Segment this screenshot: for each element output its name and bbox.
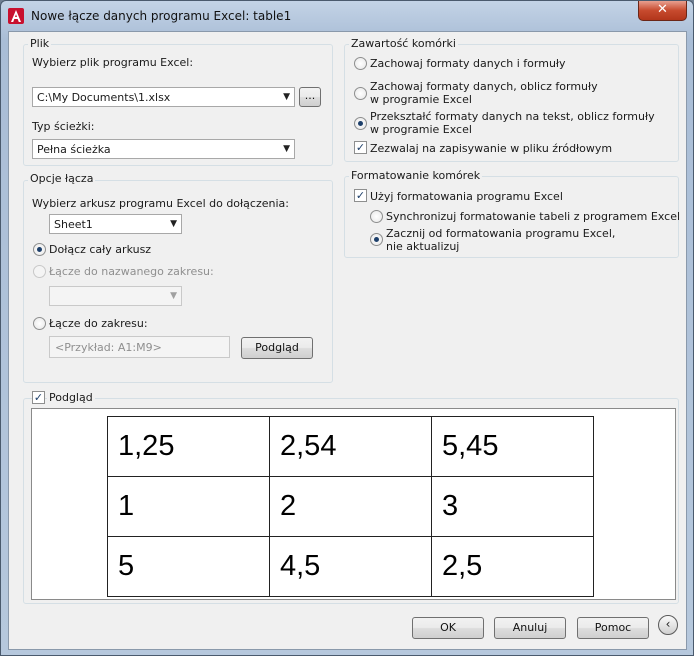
preview-cell: 5,45	[431, 416, 594, 477]
sync-formatting-label[interactable]: Synchronizuj formatowanie tabeli z progr…	[386, 210, 680, 223]
file-path-value: C:\My Documents\1.xlsx	[37, 91, 171, 104]
cell-contents-group-label: Zawartość komórki	[349, 37, 458, 50]
browse-button[interactable]: ...	[299, 87, 321, 107]
choose-sheet-label: Wybierz arkusz programu Excel do dołącze…	[32, 197, 289, 210]
keep-eval-label-line1[interactable]: Zachowaj formaty danych, oblicz formuły	[370, 80, 598, 93]
convert-text-radio[interactable]	[354, 117, 367, 130]
preview-area: 1,25 2,54 5,45 1 2 3 5 4,5 2,5	[31, 408, 676, 600]
allow-writeback-checkbox[interactable]: ✓	[354, 141, 367, 154]
sync-formatting-radio[interactable]	[370, 210, 383, 223]
file-path-combo[interactable]: C:\My Documents\1.xlsx ▼	[32, 87, 295, 107]
link-options-group-label: Opcje łącza	[28, 172, 96, 185]
convert-text-label-line2[interactable]: w programie Excel	[370, 123, 472, 136]
file-group-label: Plik	[28, 37, 52, 50]
close-button[interactable]: ✕	[638, 1, 687, 21]
dialog-window: Nowe łącze danych programu Excel: table1…	[0, 0, 694, 656]
preview-cell: 1,25	[107, 416, 270, 477]
allow-writeback-label[interactable]: Zezwalaj na zapisywanie w pliku źródłowy…	[370, 142, 612, 155]
table-row: 1 2 3	[107, 476, 594, 537]
use-excel-formatting-label[interactable]: Użyj formatowania programu Excel	[370, 190, 563, 203]
keep-formats-label[interactable]: Zachowaj formaty danych i formuły	[370, 57, 566, 70]
path-type-value: Pełna ścieżka	[37, 143, 111, 156]
keep-eval-label-line2[interactable]: w programie Excel	[370, 93, 472, 106]
table-row: 5 4,5 2,5	[107, 536, 594, 597]
dialog-client: Plik Wybierz plik programu Excel: C:\My …	[8, 31, 687, 650]
keep-eval-radio[interactable]	[354, 87, 367, 100]
dropdown-arrow-icon: ▼	[170, 219, 177, 229]
preview-cell: 2,5	[431, 536, 594, 597]
preview-cell: 3	[431, 476, 594, 537]
preview-cell: 2,54	[269, 416, 432, 477]
preview-table: 1,25 2,54 5,45 1 2 3 5 4,5 2,5	[107, 416, 594, 597]
range-input[interactable]: <Przykład: A1:M9>	[49, 336, 230, 358]
choose-file-label: Wybierz plik programu Excel:	[32, 56, 194, 69]
preview-cell: 1	[107, 476, 270, 537]
dropdown-arrow-icon: ▼	[283, 92, 290, 102]
dropdown-arrow-icon: ▼	[283, 144, 290, 154]
sheet-combo[interactable]: Sheet1 ▼	[49, 214, 182, 234]
table-row: 1,25 2,54 5,45	[107, 416, 594, 477]
start-formatting-label-line1[interactable]: Zacznij od formatowania programu Excel,	[386, 227, 615, 240]
preview-cell: 2	[269, 476, 432, 537]
cell-formatting-group-label: Formatowanie komórek	[349, 169, 483, 182]
link-whole-sheet-radio[interactable]	[33, 243, 46, 256]
link-range-radio[interactable]	[33, 317, 46, 330]
preview-checkbox-label[interactable]: Podgląd	[47, 391, 95, 404]
link-range-label[interactable]: Łącze do zakresu:	[49, 317, 148, 330]
path-type-combo[interactable]: Pełna ścieżka ▼	[32, 139, 295, 159]
convert-text-label-line1[interactable]: Przekształć formaty danych na tekst, obl…	[370, 110, 655, 123]
cancel-button[interactable]: Anuluj	[494, 617, 566, 639]
link-named-range-label[interactable]: Łącze do nazwanego zakresu:	[49, 265, 214, 278]
named-range-combo[interactable]: ▼	[49, 286, 182, 306]
ok-button[interactable]: OK	[412, 617, 484, 639]
preview-checkbox[interactable]: ✓	[32, 391, 45, 404]
use-excel-formatting-checkbox[interactable]: ✓	[354, 189, 367, 202]
start-formatting-label-line2[interactable]: nie aktualizuj	[386, 240, 459, 253]
start-formatting-radio[interactable]	[370, 233, 383, 246]
preview-cell: 5	[107, 536, 270, 597]
link-whole-sheet-label[interactable]: Dołącz cały arkusz	[49, 243, 151, 256]
sheet-value: Sheet1	[54, 218, 93, 231]
preview-cell: 4,5	[269, 536, 432, 597]
window-title: Nowe łącze danych programu Excel: table1	[31, 9, 292, 23]
link-named-range-radio[interactable]	[33, 265, 46, 278]
autocad-app-icon	[8, 8, 24, 24]
title-bar[interactable]: Nowe łącze danych programu Excel: table1…	[1, 1, 693, 31]
dropdown-arrow-icon: ▼	[170, 291, 177, 301]
path-type-label: Typ ścieżki:	[32, 120, 95, 133]
collapse-arrow-icon[interactable]: ‹	[658, 615, 678, 635]
help-button[interactable]: Pomoc	[577, 617, 649, 639]
preview-range-button[interactable]: Podgląd	[241, 337, 313, 359]
keep-formats-radio[interactable]	[354, 57, 367, 70]
